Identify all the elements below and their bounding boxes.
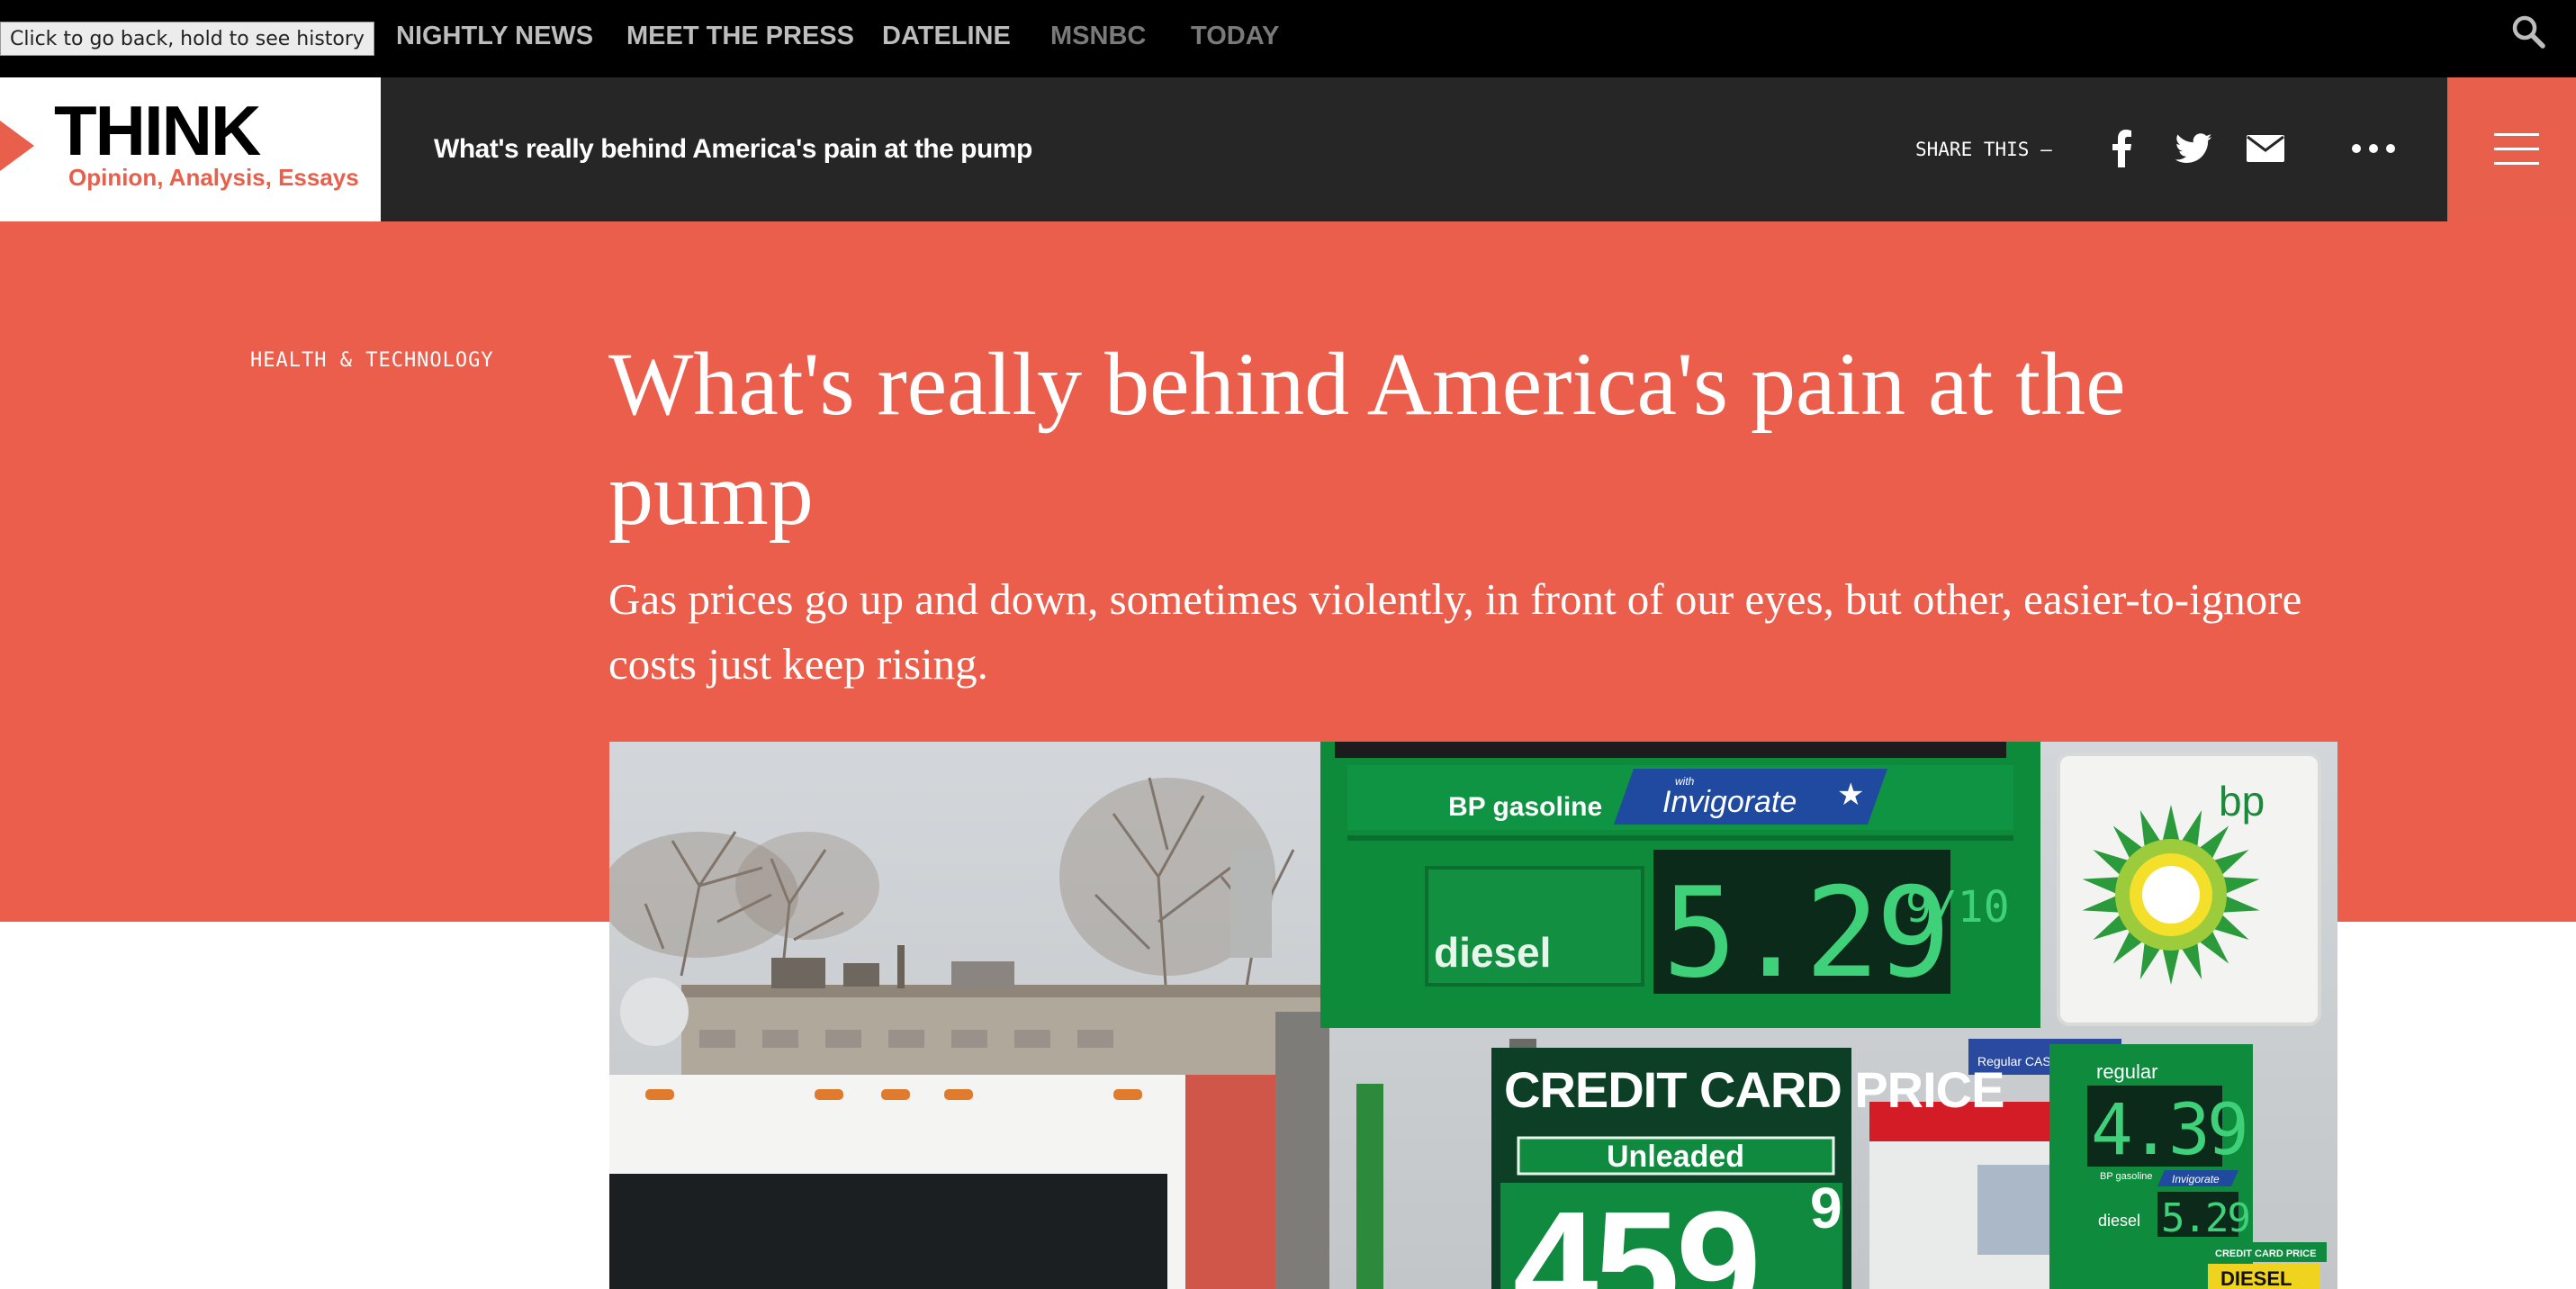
back-button-tooltip: Click to go back, hold to see history (0, 22, 374, 56)
regular-price: 4.39 (2091, 1090, 2246, 1171)
facebook-icon[interactable] (2099, 126, 2144, 171)
more-icon[interactable] (2351, 126, 2396, 171)
email-icon[interactable] (2243, 126, 2288, 171)
menu-line (2494, 148, 2539, 150)
star-icon: ★ (1837, 778, 1864, 812)
article-hero-photo: BP gasoline with Invigorate ★ diesel 5.2… (609, 742, 2337, 1289)
small-sign-brand: BP gasoline (2100, 1171, 2153, 1182)
unleaded-price: 459 (1513, 1180, 1758, 1289)
nav-link-msnbc[interactable]: MSNBC (1050, 0, 1146, 77)
hamburger-menu-icon[interactable] (2447, 77, 2576, 221)
bp-logo-text: bp (2219, 778, 2265, 825)
small-diesel-price: 5.29 (2161, 1195, 2249, 1241)
small-sign-badge: Invigorate (2172, 1173, 2220, 1185)
article-header-bar: THINK Opinion, Analysis, Essays What's r… (0, 77, 2576, 221)
diesel-price: 5.29 (1662, 861, 1947, 1005)
small-diesel-tag: DIESEL (2220, 1267, 2292, 1289)
small-diesel-label: diesel (2098, 1212, 2140, 1230)
regular-label: regular (2096, 1060, 2157, 1083)
small-cc-label: CREDIT CARD PRICE (2215, 1248, 2316, 1259)
twitter-icon[interactable] (2171, 126, 2216, 171)
nav-link-today[interactable]: TODAY (1191, 0, 1279, 77)
article-category[interactable]: HEALTH & TECHNOLOGY (250, 349, 494, 372)
search-icon[interactable] (2509, 13, 2549, 52)
top-nav-bar: NIGHTLY NEWS MEET THE PRESS DATELINE MSN… (0, 0, 2576, 77)
nav-link-dateline[interactable]: DATELINE (882, 0, 1011, 77)
menu-line (2494, 133, 2539, 136)
diesel-label: diesel (1434, 929, 1551, 976)
nav-link-nightly-news[interactable]: NIGHTLY NEWS (396, 0, 593, 77)
invigorate-text: Invigorate (1662, 785, 1797, 819)
diesel-price-fraction: 9/10 (1905, 882, 2010, 933)
logo-wordmark: THINK (54, 91, 261, 170)
logo-tagline: Opinion, Analysis, Essays (68, 164, 359, 191)
header-article-title: What's really behind America's pain at t… (434, 134, 1032, 164)
share-label: SHARE THIS — (1915, 139, 2052, 160)
think-logo[interactable]: THINK Opinion, Analysis, Essays (0, 77, 381, 221)
unleaded-price-fraction: 9 (1810, 1176, 1842, 1240)
bp-gasoline-text: BP gasoline (1448, 792, 1602, 822)
menu-line (2494, 162, 2539, 165)
article-headline: What's really behind America's pain at t… (608, 334, 2126, 544)
credit-card-price-label: CREDIT CARD PRICE (1504, 1061, 2004, 1118)
unleaded-label: Unleaded (1607, 1140, 1744, 1174)
nav-link-meet-the-press[interactable]: MEET THE PRESS (626, 0, 854, 77)
logo-triangle-icon (0, 121, 34, 171)
article-dek: Gas prices go up and down, sometimes vio… (608, 574, 2302, 689)
